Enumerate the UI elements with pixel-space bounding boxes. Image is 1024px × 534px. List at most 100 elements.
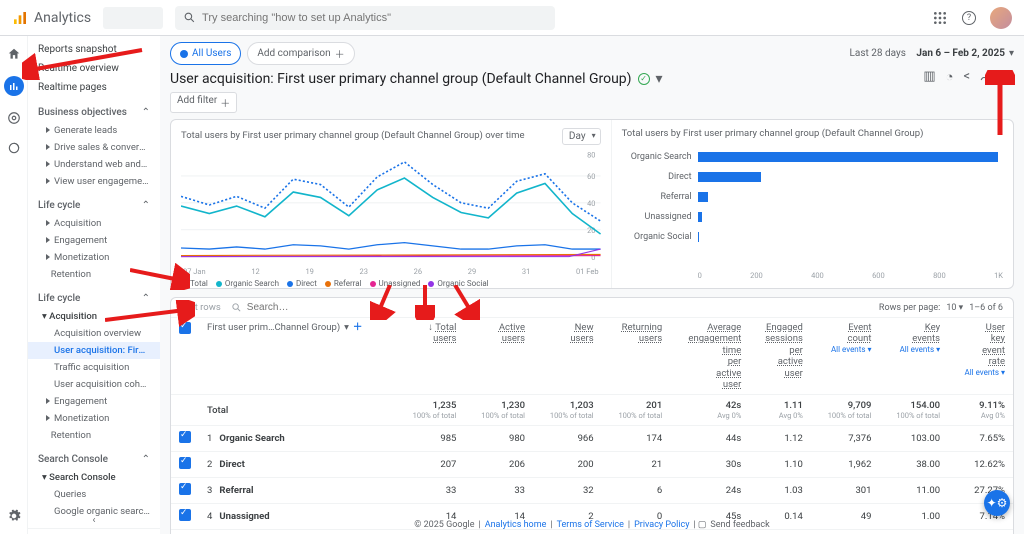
bar-x-axis: 02004006008001K [622,271,1003,280]
sidebar-life-cycle-1[interactable]: Life cycle⌃ [28,196,160,215]
dimension-header[interactable]: First user prim…Channel Group) ▾ ＋ [199,318,396,395]
apps-icon[interactable] [932,10,948,26]
row-checkbox[interactable] [179,483,191,495]
plot-rows-button[interactable]: Plot rows [181,302,221,313]
footer-feedback[interactable]: Send feedback [710,520,769,530]
sidebar-life-cycle-2[interactable]: Life cycle⌃ [28,289,160,308]
footer-privacy[interactable]: Privacy Policy [634,520,689,530]
share-icon[interactable]: < [963,69,970,88]
line-chart-panel: Total users by First user primary channe… [171,120,612,288]
bar-row: Organic Social [622,229,1003,245]
help-icon[interactable]: ? [962,11,976,25]
search-input[interactable] [202,12,547,24]
footer-analytics-home[interactable]: Analytics home [485,520,547,530]
table-row: 5 Organic Social222012s1.00151.0050% [171,530,1013,534]
chip-dot-icon [180,50,188,58]
metric-header[interactable]: Returningusers [602,318,671,395]
add-comparison-chip[interactable]: Add comparison＋ [247,42,354,65]
customize-cols-icon[interactable]: ▥ [923,69,935,88]
advertising-icon[interactable] [6,140,22,156]
table-toolbar: Plot rows Rows per page: 10 ▾ 1–6 of 6 [171,298,1013,318]
home-icon[interactable] [6,46,22,62]
sidebar-search-console[interactable]: Search Console⌃ [28,450,160,469]
table-row: 1 Organic Search98598096617444s1.127,376… [171,426,1013,452]
sidebar-reports-snapshot[interactable]: Reports snapshot [28,40,160,59]
sidebar-acq-overview[interactable]: Acquisition overview [28,325,160,342]
sidebar-lc2-engagement[interactable]: Engagement [28,393,160,410]
sidebar-lc2-monetization[interactable]: Monetization [28,410,160,427]
bar-row: Unassigned [622,209,1003,225]
page-title: User acquisition: First user primary cha… [170,71,663,87]
explore-icon[interactable] [6,110,22,126]
sidebar-drive-sales[interactable]: Drive sales & conversions [28,139,160,156]
sidebar-sc-group[interactable]: ▾ Search Console [28,469,160,486]
data-table-card: Plot rows Rows per page: 10 ▾ 1–6 of 6 F… [170,297,1014,534]
header-actions: ? [932,7,1012,29]
table-search[interactable] [231,302,869,313]
table-row: 3 Referral333332624s1.0330111.0027.27% [171,478,1013,504]
line-x-axis: 07 Jan12192326293101 Feb [181,267,601,276]
bar-row: Organic Search [622,149,1003,165]
sidebar-lc2-acquisition[interactable]: ▾ Acquisition [28,308,160,325]
account-selector[interactable] [103,7,163,29]
sidebar-realtime-overview[interactable]: Realtime overview [28,59,160,78]
table-row: 2 Direct2072062002130s1.101,96238.0012.6… [171,452,1013,478]
all-users-chip[interactable]: All Users [170,42,241,65]
sidebar-realtime-pages[interactable]: Realtime pages [28,78,160,97]
user-avatar[interactable] [990,7,1012,29]
sidebar-understand-web[interactable]: Understand web and/or app t… [28,156,160,173]
nav-rail [0,36,28,534]
analytics-logo-icon [12,10,28,26]
metric-header[interactable]: Averageengagementtimeperactiveuser [670,318,749,395]
footer-tos[interactable]: Terms of Service [557,520,624,530]
sidebar-lc1-engagement[interactable]: Engagement [28,232,160,249]
row-checkbox[interactable] [179,457,191,469]
edit-icon[interactable]: ✎ [1003,69,1014,88]
bar-row: Direct [622,169,1003,185]
sidebar-lc2-retention[interactable]: Retention [28,427,160,444]
row-checkbox[interactable] [179,431,191,443]
insights-icon[interactable]: ◔ [946,69,954,88]
sidebar-user-acq-cohorts[interactable]: User acquisition cohorts [28,376,160,393]
row-checkbox[interactable] [179,509,191,521]
svg-text:80: 80 [587,151,595,160]
sidebar-lc1-acquisition[interactable]: Acquisition [28,215,160,232]
sidebar-user-engagement[interactable]: View user engagement & rete… [28,173,160,190]
ai-assistant-fab[interactable]: ✦⚙ [984,490,1010,516]
metric-header[interactable]: KeyeventsAll events ▾ [879,318,948,395]
sidebar-business-objectives[interactable]: Business objectives⌃ [28,103,160,122]
metric-header[interactable]: EventcountAll events ▾ [811,318,880,395]
admin-icon[interactable] [6,508,22,524]
bar-chart-title: Total users by First user primary channe… [622,128,1003,139]
app-header: Analytics ? [0,0,1024,36]
line-chart-title: Total users by First user primary channe… [181,130,524,141]
metric-header[interactable]: Engagedsessionsperactiveuser [749,318,811,395]
charts-card: Total users by First user primary channe… [170,119,1014,289]
sidebar-traffic-acquisition[interactable]: Traffic acquisition [28,359,160,376]
add-dimension-icon[interactable]: ＋ [353,322,363,333]
select-all-checkbox[interactable] [179,322,191,334]
metric-header[interactable]: UserkeyeventrateAll events ▾ [948,318,1013,395]
granularity-select[interactable]: Day [562,128,601,145]
collapse-sidebar[interactable]: ‹ [92,515,95,526]
metric-header[interactable]: Newusers [533,318,602,395]
sidebar-sc-queries[interactable]: Queries [28,486,160,503]
metric-header[interactable]: Activeusers [464,318,533,395]
title-dropdown[interactable]: ▾ [656,71,663,87]
add-filter-button[interactable]: Add filter＋ [170,92,237,113]
metric-header[interactable]: ↓ Totalusers [396,318,465,395]
rpp-select[interactable]: 10 ▾ [946,303,963,313]
reports-icon[interactable] [4,76,24,96]
line-chart: 806040200 [181,149,601,267]
sidebar-lc1-retention[interactable]: Retention [28,266,160,283]
sidebar-user-acquisition[interactable]: User acquisition: First user … [28,342,160,359]
trend-icon[interactable]: 〜 [980,69,993,88]
main-content: All Users Add comparison＋ Last 28 days J… [160,36,1024,534]
global-search[interactable] [175,6,555,30]
date-range-picker[interactable]: Last 28 days Jan 6 – Feb 2, 2025▾ [850,48,1014,59]
sidebar-generate-leads[interactable]: Generate leads [28,122,160,139]
search-icon [231,302,242,313]
sidebar-lc1-monetization[interactable]: Monetization [28,249,160,266]
sidebar-library[interactable]: Library [28,528,160,534]
table-search-input[interactable] [247,302,869,313]
